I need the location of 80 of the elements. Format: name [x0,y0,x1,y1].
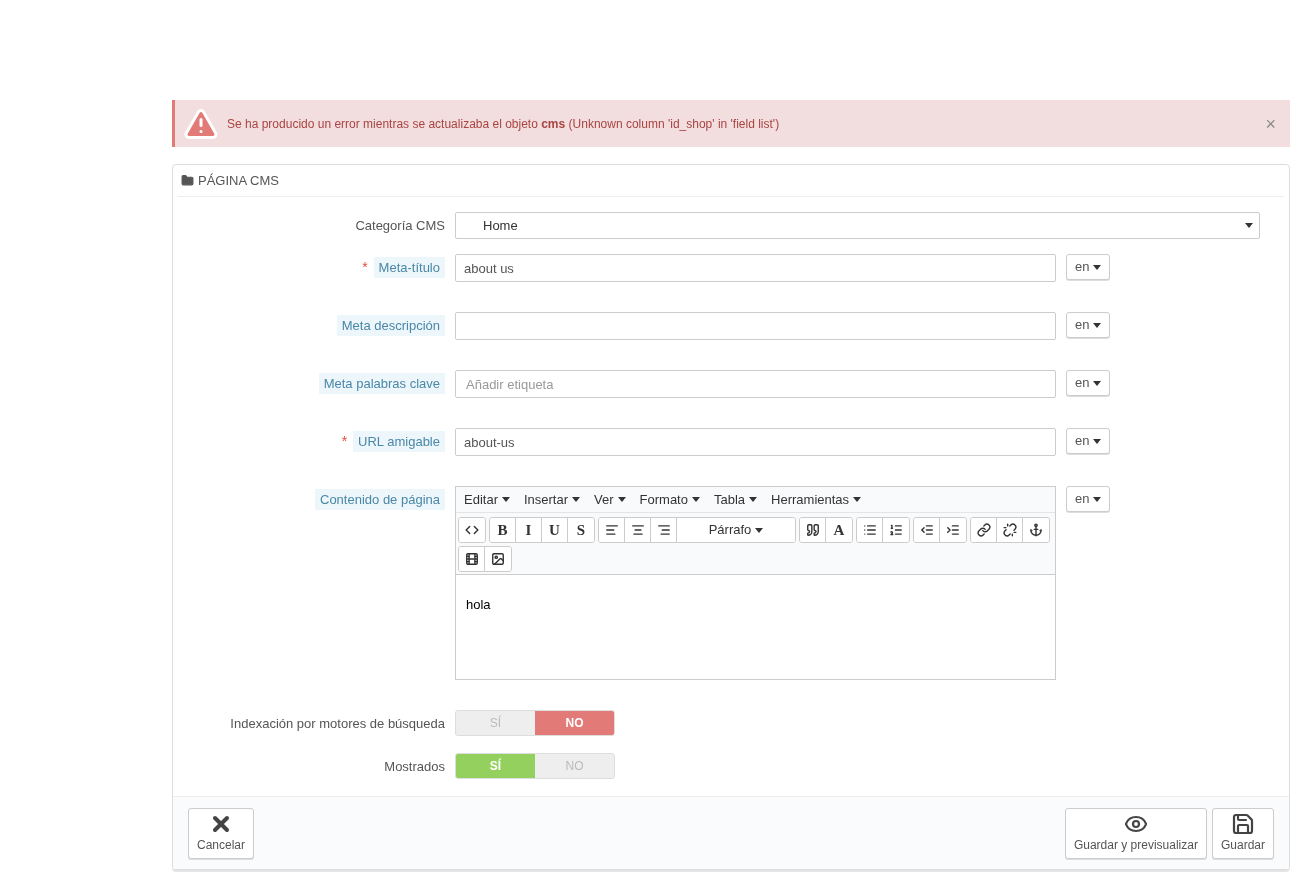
field-label: Meta palabras clave [318,372,445,395]
caret-icon [755,527,764,533]
editor-menu-item[interactable]: Formato [639,489,700,510]
code-icon [465,523,479,537]
align-right-icon [656,523,671,537]
caret-icon [749,497,758,502]
caret-icon [1093,322,1102,328]
caret-icon [1093,496,1102,502]
toolbar-button[interactable] [651,518,677,542]
editor-menu-item[interactable]: Ver [594,489,626,510]
text-field[interactable]: about-us [455,428,1056,456]
toolbar-button[interactable]: U [542,518,568,542]
caret-icon [853,497,862,502]
required-asterisk: * [362,258,368,277]
indent-icon [946,523,960,537]
toolbar-button[interactable] [883,518,909,542]
toolbar-button[interactable]: S [568,518,594,542]
folder-icon [181,174,194,187]
required-asterisk: * [341,432,348,451]
toolbar-button[interactable] [599,518,625,542]
text-field[interactable] [455,312,1056,340]
quote-icon [805,523,820,537]
toolbar-button[interactable] [914,518,940,542]
toolbar-button[interactable] [459,518,485,542]
save-preview-button[interactable]: Guardar y previsualizar [1064,807,1207,859]
field-label: Categoría CMS [355,216,445,235]
toolbar-button[interactable] [625,518,651,542]
field-label: URL amigable [353,430,445,453]
anchor-icon [1029,523,1043,537]
align-left-icon [604,523,619,537]
text-field[interactable]: Añadir etiqueta [455,370,1056,398]
image-icon [491,552,505,566]
editor-menu-item[interactable]: Editar [464,489,510,510]
category-select[interactable]: Home [455,212,1260,239]
align-center-icon [630,523,645,537]
field-label: Meta descripción [336,314,445,337]
toolbar-button[interactable]: B [490,518,516,542]
editor-content[interactable]: hola [456,575,1055,679]
outdent-icon [919,523,934,537]
toolbar-button[interactable] [800,518,826,542]
caret-icon [1093,264,1102,270]
caret-icon [1245,223,1253,228]
language-button[interactable]: en [1066,312,1111,338]
film-icon [464,552,479,566]
caret-icon [1093,380,1102,386]
toolbar-button[interactable]: A [826,518,852,542]
save-button[interactable]: Guardar [1211,807,1274,859]
toolbar-button[interactable]: I [516,518,542,542]
toolbar-button[interactable] [459,547,485,571]
toolbar-button[interactable] [485,547,511,571]
field-label: Indexación por motores de búsqueda [230,714,445,733]
caret-icon [1093,438,1102,444]
toolbar-button[interactable] [940,518,966,542]
text-field[interactable]: about us [455,254,1056,282]
link-icon [976,523,991,537]
language-button[interactable]: en [1066,370,1111,396]
caret-icon [617,497,626,502]
toolbar-button[interactable] [997,518,1023,542]
format-dropdown[interactable]: Párrafo [677,518,795,542]
numbered-list-icon [889,523,903,537]
language-button[interactable]: en [1066,428,1111,454]
toolbar-button[interactable] [857,518,883,542]
editor-menu-item[interactable]: Herramientas [771,489,862,510]
toolbar-button[interactable] [1023,518,1049,542]
field-label: Meta-título [373,256,445,279]
unlink-icon [1002,523,1017,537]
caret-icon [572,497,581,502]
field-label: Mostrados [384,757,445,776]
bullet-list-icon [862,523,877,537]
error-message: Se ha producido un error mientras se actualizaba el objeto cms (Unknown column 'id_shop' in 'field list') [227,115,781,133]
editor-menu-item[interactable]: Insertar [523,489,581,510]
field-label: Contenido de página [315,488,445,511]
language-button[interactable]: en [1066,486,1111,512]
cancel-button[interactable]: Cancelar [188,807,255,859]
language-button[interactable]: en [1066,254,1111,280]
caret-icon [691,497,700,502]
panel-title: PÁGINA CMS [198,171,279,190]
caret-icon [501,497,510,502]
toolbar-button[interactable] [971,518,997,542]
editor-menu-item[interactable]: Tabla [713,489,758,510]
